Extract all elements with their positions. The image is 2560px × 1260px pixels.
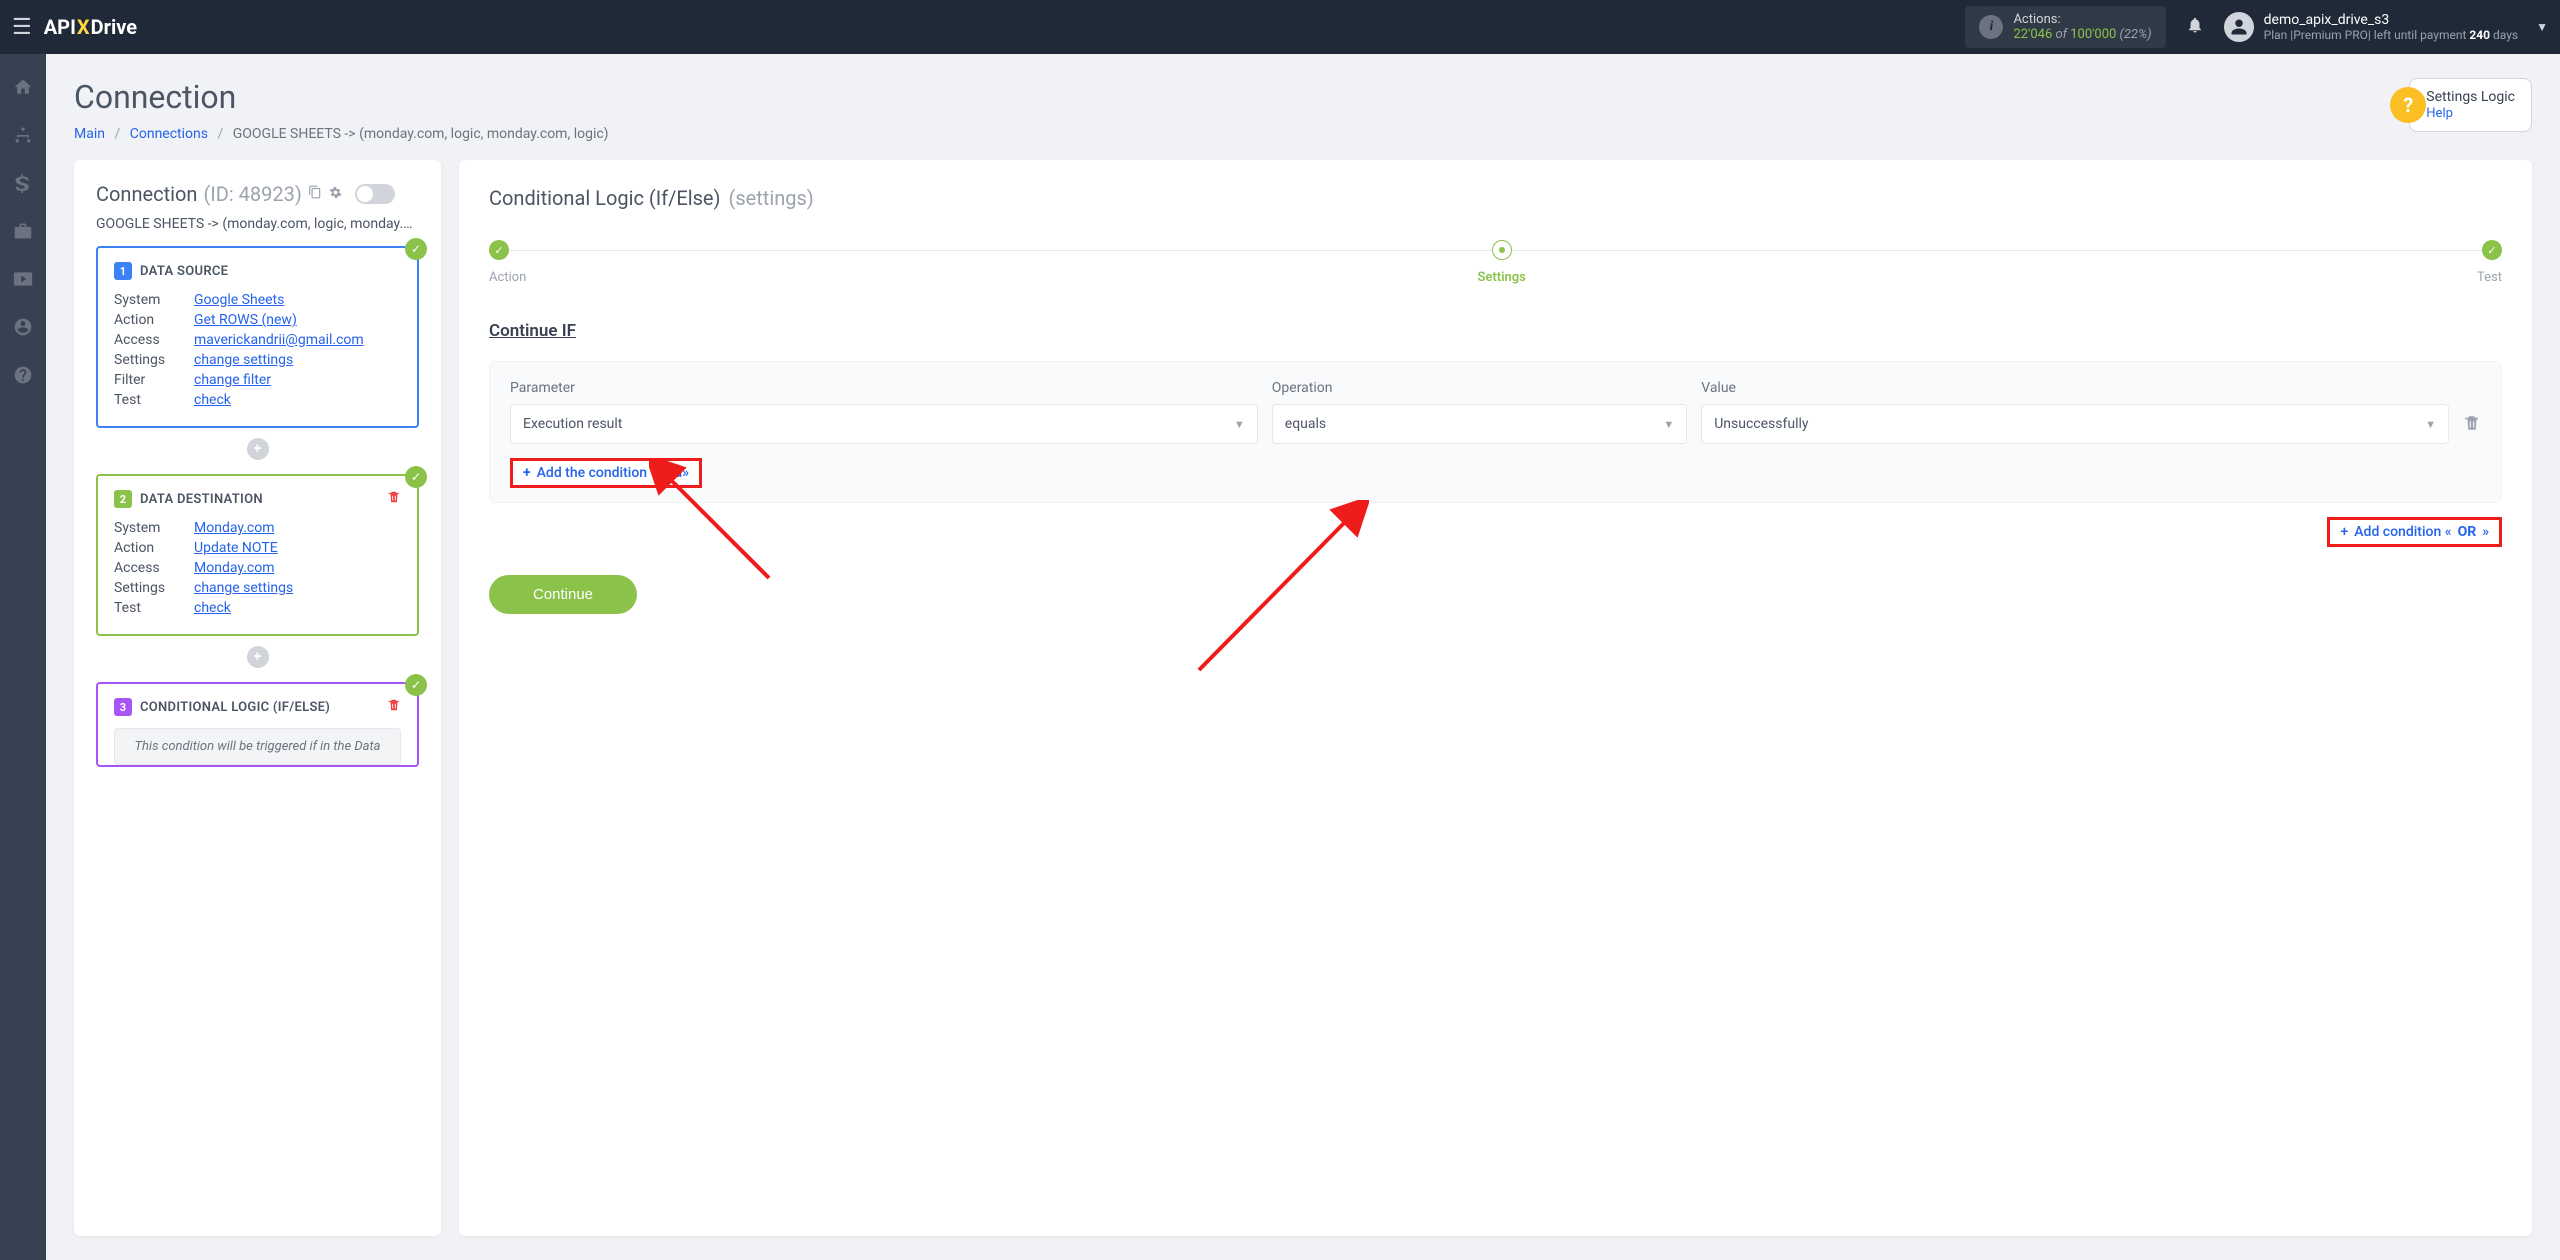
chevron-down-icon: ▼ [1234,418,1245,431]
current-step-icon [1492,240,1512,260]
chevron-down-icon: ▼ [2536,20,2548,34]
card-num: 1 [114,262,132,280]
actions-label: Actions: [2013,12,2151,27]
connection-toggle[interactable] [355,184,395,204]
plus-icon: + [523,465,531,481]
connection-id: (ID: 48923) [203,182,301,206]
card-row: SystemMonday.com [114,520,401,536]
add-or-condition-button[interactable]: + Add condition «OR» [2327,517,2502,547]
main-title: Conditional Logic (If/Else) (settings) [489,186,2502,210]
parameter-select[interactable]: Execution result ▼ [510,404,1258,444]
card-row: Testcheck [114,600,401,616]
card-title: DATA DESTINATION [140,492,263,507]
sidebar-item-video[interactable] [0,258,46,300]
data-source-card[interactable]: ✓ 1 DATA SOURCE SystemGoogle Sheets Acti… [96,246,419,428]
plus-icon[interactable]: + [247,646,269,668]
connection-panel: Connection (ID: 48923) GOOGLE SHEETS -> … [74,160,441,1236]
check-icon: ✓ [405,674,427,696]
card-row: Settingschange settings [114,352,401,368]
card-num: 3 [114,698,132,716]
breadcrumb-main[interactable]: Main [74,126,105,142]
connection-name: GOOGLE SHEETS -> (monday.com, logic, mon… [96,216,419,232]
card-row: ActionGet ROWS (new) [114,312,401,328]
help-link[interactable]: Help [2426,106,2453,121]
operation-label: Operation [1272,380,1687,396]
sidebar-item-home[interactable] [0,66,46,108]
help-box: ? Settings Logic Help [2409,78,2532,132]
sidebar-item-billing[interactable] [0,162,46,204]
card-row: Accessmaverickandrii@gmail.com [114,332,401,348]
logo[interactable]: APIXDrive [44,15,137,39]
trash-icon[interactable] [387,490,401,508]
card-row: SystemGoogle Sheets [114,292,401,308]
check-icon: ✓ [489,240,509,260]
continue-button[interactable]: Continue [489,575,637,614]
connection-title: Connection [96,182,197,206]
check-icon: ✓ [2482,240,2502,260]
user-menu[interactable]: demo_apix_drive_s3 Plan |Premium PRO| le… [2224,12,2548,42]
card-row: Settingschange settings [114,580,401,596]
card-row: ActionUpdate NOTE [114,540,401,556]
logo-text-pre: API [44,15,76,39]
avatar-icon [2224,12,2254,42]
data-destination-card[interactable]: ✓ 2 DATA DESTINATION SystemMonday.com Ac… [96,474,419,636]
topbar: ☰ APIXDrive i Actions: 22'046 of 100'000… [0,0,2560,54]
hamburger-icon[interactable]: ☰ [12,15,32,40]
card-row: AccessMonday.com [114,560,401,576]
plus-icon[interactable]: + [247,438,269,460]
condition-group: Parameter Execution result ▼ Operation e… [489,361,2502,503]
conditional-logic-card[interactable]: ✓ 3 CONDITIONAL LOGIC (IF/ELSE) This con… [96,682,419,767]
breadcrumb: Main / Connections / GOOGLE SHEETS -> (m… [74,126,609,142]
card-row: Filterchange filter [114,372,401,388]
card-num: 2 [114,490,132,508]
sidebar-item-work[interactable] [0,210,46,252]
chevron-down-icon: ▼ [1663,418,1674,431]
breadcrumb-current: GOOGLE SHEETS -> (monday.com, logic, mon… [233,126,609,142]
page-title: Connection [74,78,609,116]
logo-text-post: Drive [91,15,137,39]
step-action[interactable]: ✓ Action [489,240,526,285]
plus-icon: + [2340,524,2348,540]
card-row: Testcheck [114,392,401,408]
add-and-condition-button[interactable]: + Add the condition «And» [510,458,702,488]
step-settings[interactable]: Settings [1477,240,1525,285]
check-icon: ✓ [405,238,427,260]
step-test[interactable]: ✓ Test [2477,240,2502,285]
actions-usage-box[interactable]: i Actions: 22'046 of 100'000 (22%) [1965,6,2165,48]
sidebar-item-connections[interactable] [0,114,46,156]
parameter-label: Parameter [510,380,1258,396]
value-label: Value [1701,380,2449,396]
sidebar-item-account[interactable] [0,306,46,348]
card-title: CONDITIONAL LOGIC (IF/ELSE) [140,700,330,715]
settings-panel: Conditional Logic (If/Else) (settings) ✓… [459,160,2532,1236]
info-icon: i [1979,15,2003,39]
breadcrumb-connections[interactable]: Connections [130,126,208,142]
user-plan: Plan |Premium PRO| left until payment 24… [2264,28,2518,42]
user-name: demo_apix_drive_s3 [2264,12,2518,28]
operation-select[interactable]: equals ▼ [1272,404,1687,444]
card-title: DATA SOURCE [140,264,228,279]
gear-icon[interactable] [328,185,343,204]
sidebar [0,54,46,1260]
sidebar-item-help[interactable] [0,354,46,396]
section-title: Continue IF [489,321,2502,341]
copy-icon[interactable] [308,185,322,203]
bell-icon[interactable] [2186,16,2204,39]
value-select[interactable]: Unsuccessfully ▼ [1701,404,2449,444]
trash-icon[interactable] [387,698,401,716]
help-title: Settings Logic [2426,89,2515,105]
help-icon[interactable]: ? [2390,87,2426,123]
chevron-down-icon: ▼ [2425,418,2436,431]
check-icon: ✓ [405,466,427,488]
card-body: This condition will be triggered if in t… [114,728,401,765]
stepper: ✓ Action Settings ✓ Test [489,240,2502,285]
trash-icon[interactable] [2463,414,2481,436]
logo-text-x: X [77,15,90,39]
actions-numbers: 22'046 of 100'000 (22%) [2013,27,2151,42]
